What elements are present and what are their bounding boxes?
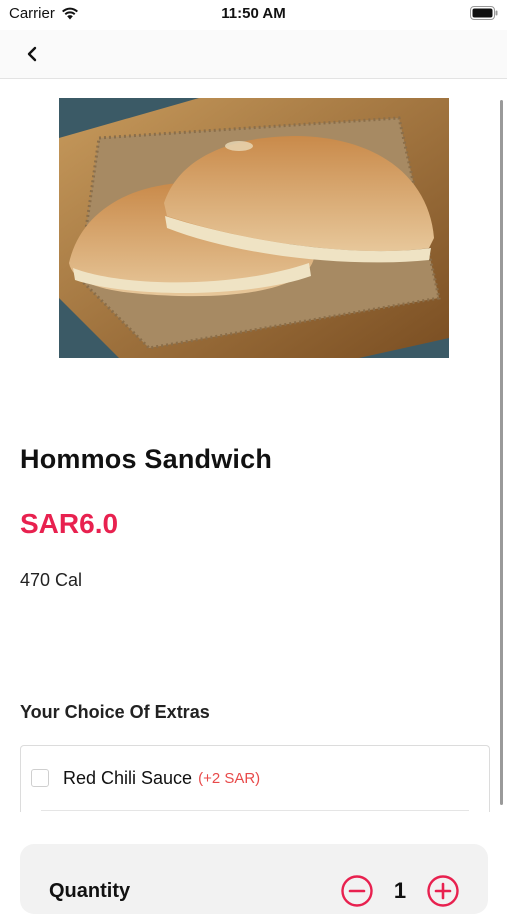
extra-option-red-chili-sauce[interactable]: Red Chili Sauce (+2 SAR): [21, 746, 489, 810]
extras-section-title: Your Choice Of Extras: [20, 702, 210, 722]
scroll-indicator[interactable]: [500, 100, 503, 805]
item-price: SAR6.0: [20, 508, 119, 539]
extra-option-label: Red Chili Sauce: [63, 767, 193, 788]
quantity-value: 1: [393, 878, 407, 903]
quantity-card: Quantity 1: [20, 844, 488, 914]
minus-circle-icon[interactable]: [340, 874, 374, 908]
item-calories: 470 Cal: [20, 570, 83, 590]
extras-list: Red Chili Sauce (+2 SAR): [20, 745, 490, 812]
back-button[interactable]: [18, 40, 46, 68]
battery-icon: [470, 6, 498, 20]
navigation-bar: [0, 30, 507, 79]
divider: [41, 810, 469, 811]
plus-circle-icon[interactable]: [426, 874, 460, 908]
status-bar: Carrier 11:50 AM: [0, 0, 507, 30]
checkbox[interactable]: [31, 769, 49, 787]
chevron-left-icon: [27, 46, 37, 62]
item-title: Hommos Sandwich: [20, 444, 273, 474]
item-image: [59, 98, 449, 358]
extra-option-price: (+2 SAR): [198, 769, 261, 787]
status-time: 11:50 AM: [221, 5, 286, 22]
